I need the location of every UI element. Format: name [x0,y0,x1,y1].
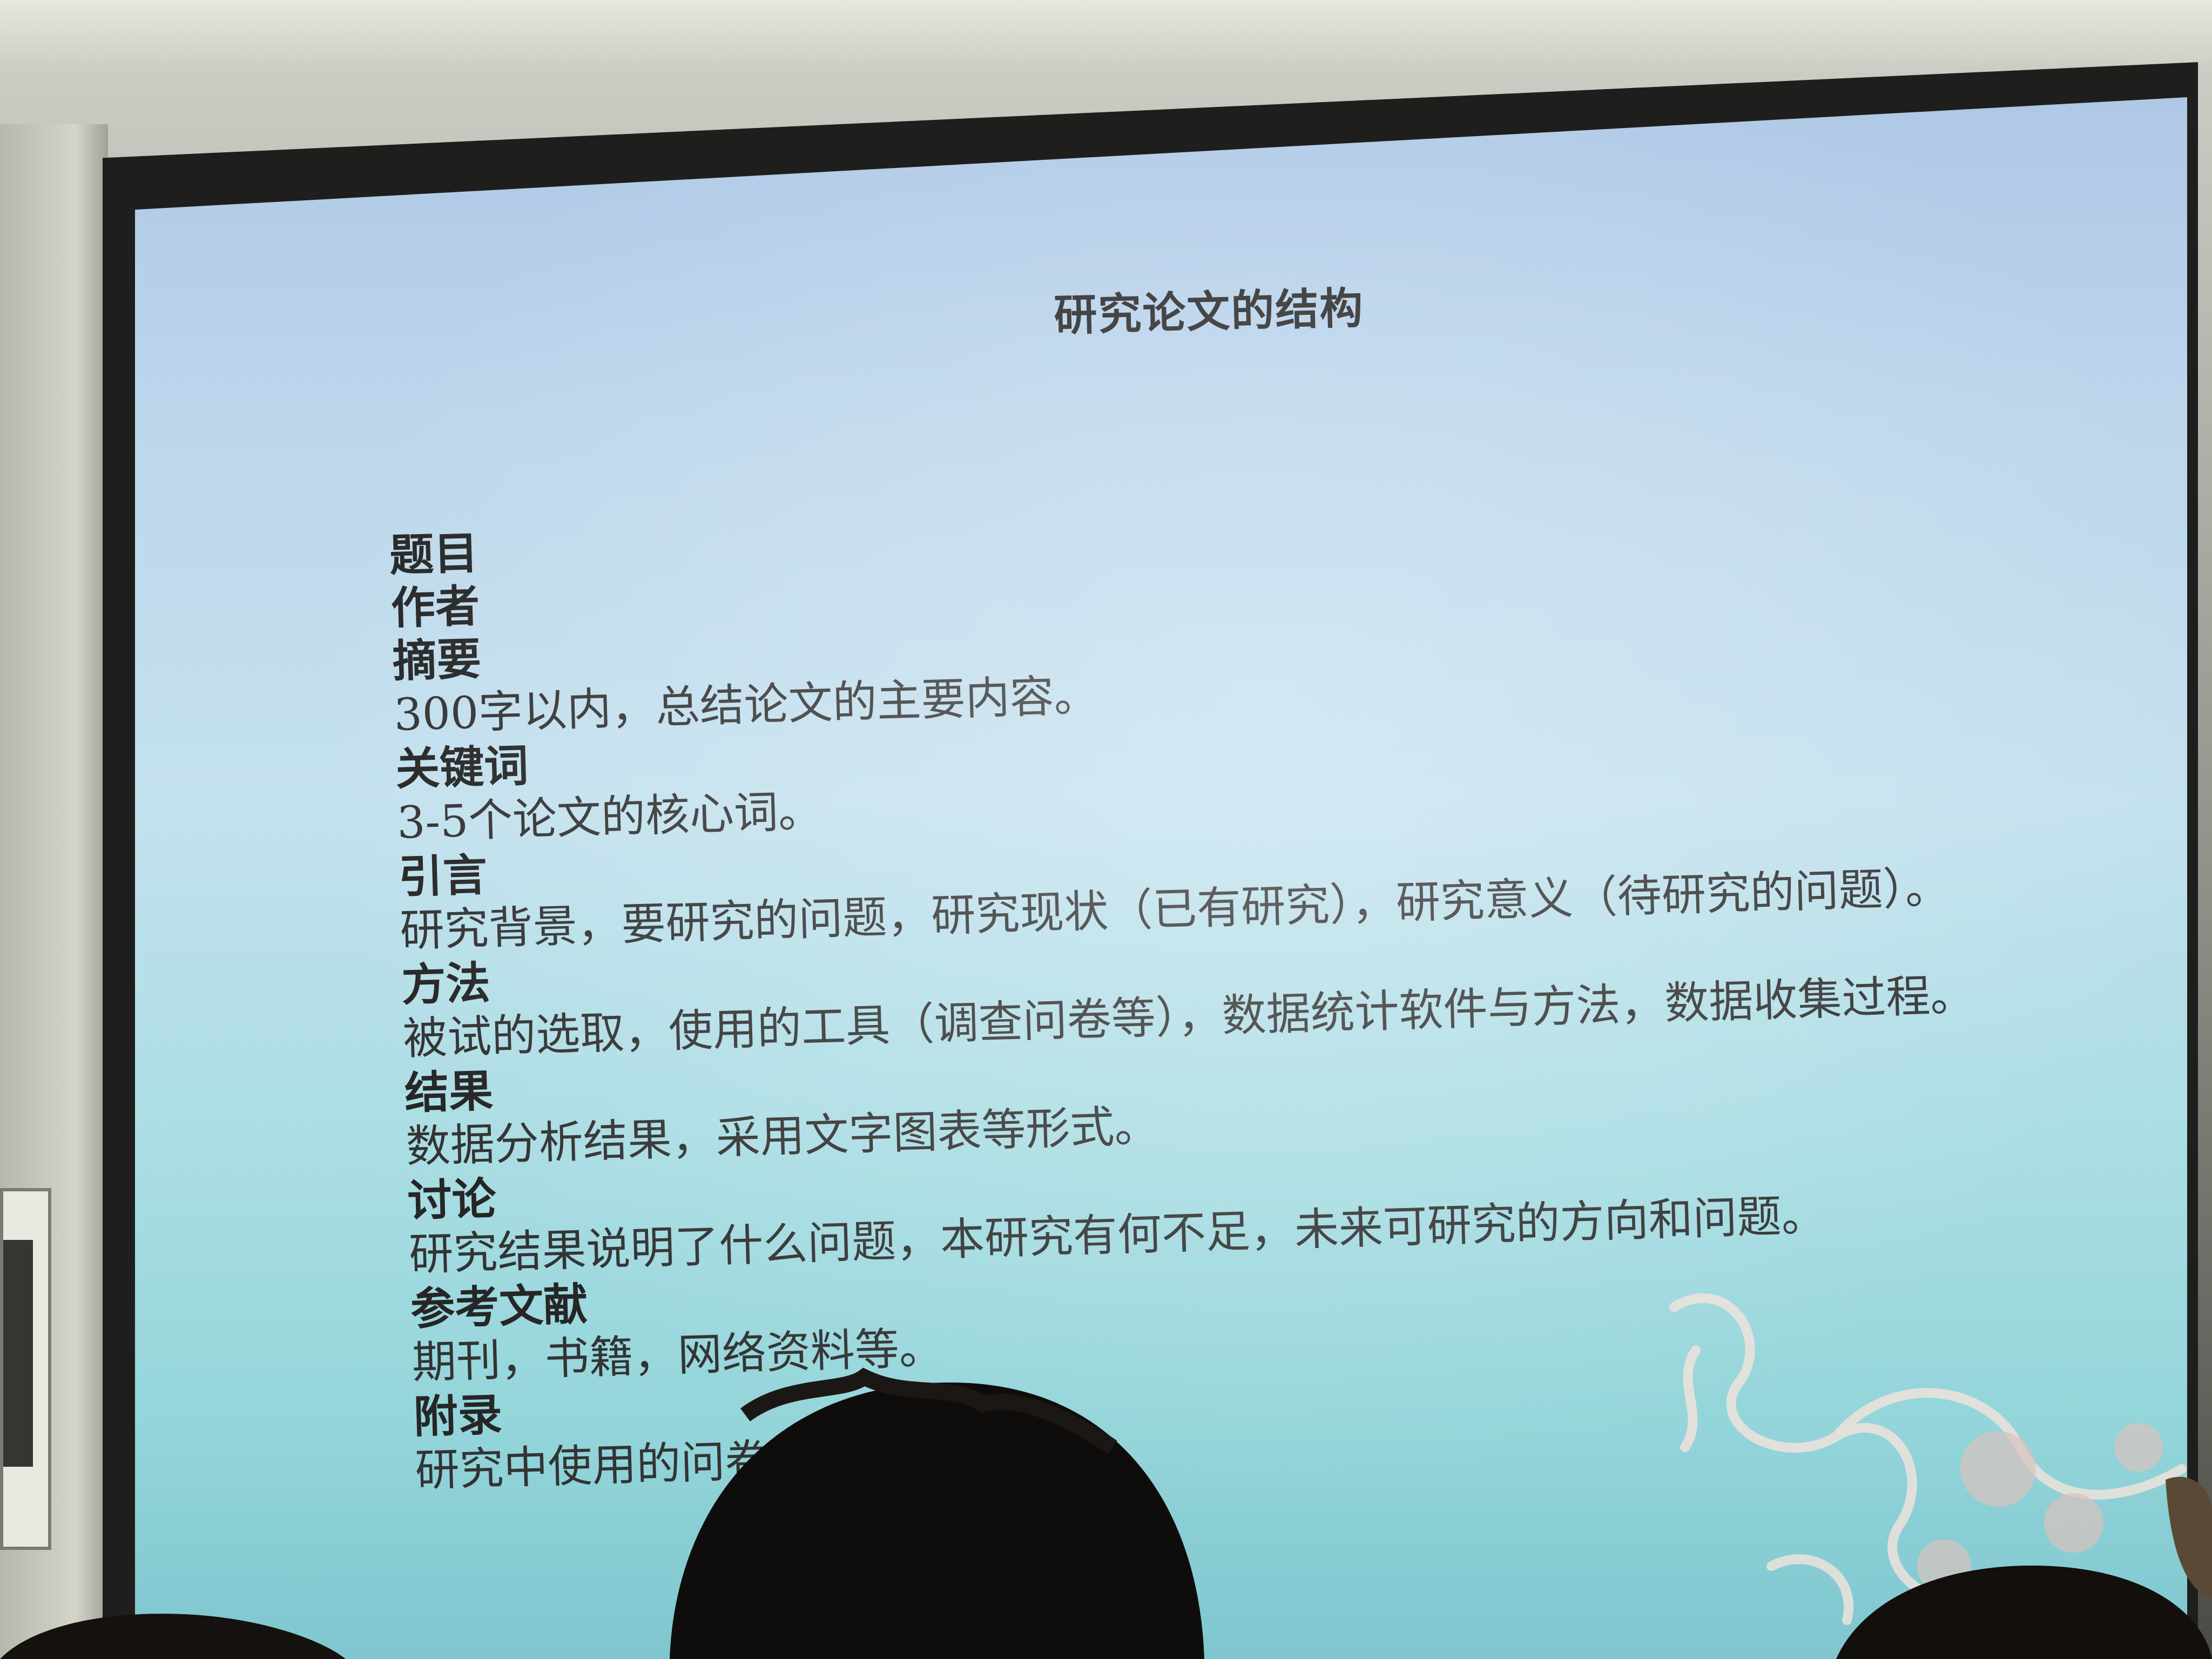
section-abstract: 摘要 300字以内，总结论文的主要内容。 [392,587,2122,743]
section-results: 结果 数据分析结果，采用文字图表等形式。 [404,1019,2134,1175]
ceiling [0,0,2212,65]
section-methods: 方法 被试的选取，使用的工具（调查问卷等），数据统计软件与方法，数据收集过程。 [401,911,2131,1067]
section-heading: 关键词 [395,739,529,795]
section-description: 300字以内，总结论文的主要内容。 [393,670,1099,741]
section-introduction: 引言 研究背景，要研究的问题，研究现状（已有研究），研究意义（待研究的问题）。 [398,802,2128,959]
section-author: 作者 [390,534,2119,635]
section-description: 3-5个论文的核心词。 [396,785,824,849]
section-description: 数据分析结果，采用文字图表等形式。 [405,1100,1159,1173]
dragon-decoration-icon [1669,1293,2187,1647]
section-heading: 方法 [401,957,491,1011]
section-description: 研究背景，要研究的问题，研究现状（已有研究），研究意义（待研究的问题）。 [399,862,1951,957]
section-heading: 作者 [390,580,481,635]
wall-panel [0,1188,51,1550]
section-keywords: 关键词 3-5个论文的核心词。 [395,694,2125,851]
section-heading: 引言 [397,849,488,903]
classroom-background: 研究论文的结构 题目 作者 摘要 300字以内，总结论文的主要内容。 关键词 3… [0,0,2212,1659]
section-heading: 讨论 [407,1172,497,1228]
section-heading: 题目 [389,527,479,582]
section-title: 题目 [389,481,2117,582]
section-description: 被试的选取，使用的工具（调查问卷等），数据统计软件与方法，数据收集过程。 [402,969,1975,1065]
section-heading: 结果 [403,1065,494,1120]
slide-title: 研究论文的结构 [1053,282,1365,341]
section-heading: 摘要 [392,633,482,687]
wall-panel-display [3,1240,33,1467]
